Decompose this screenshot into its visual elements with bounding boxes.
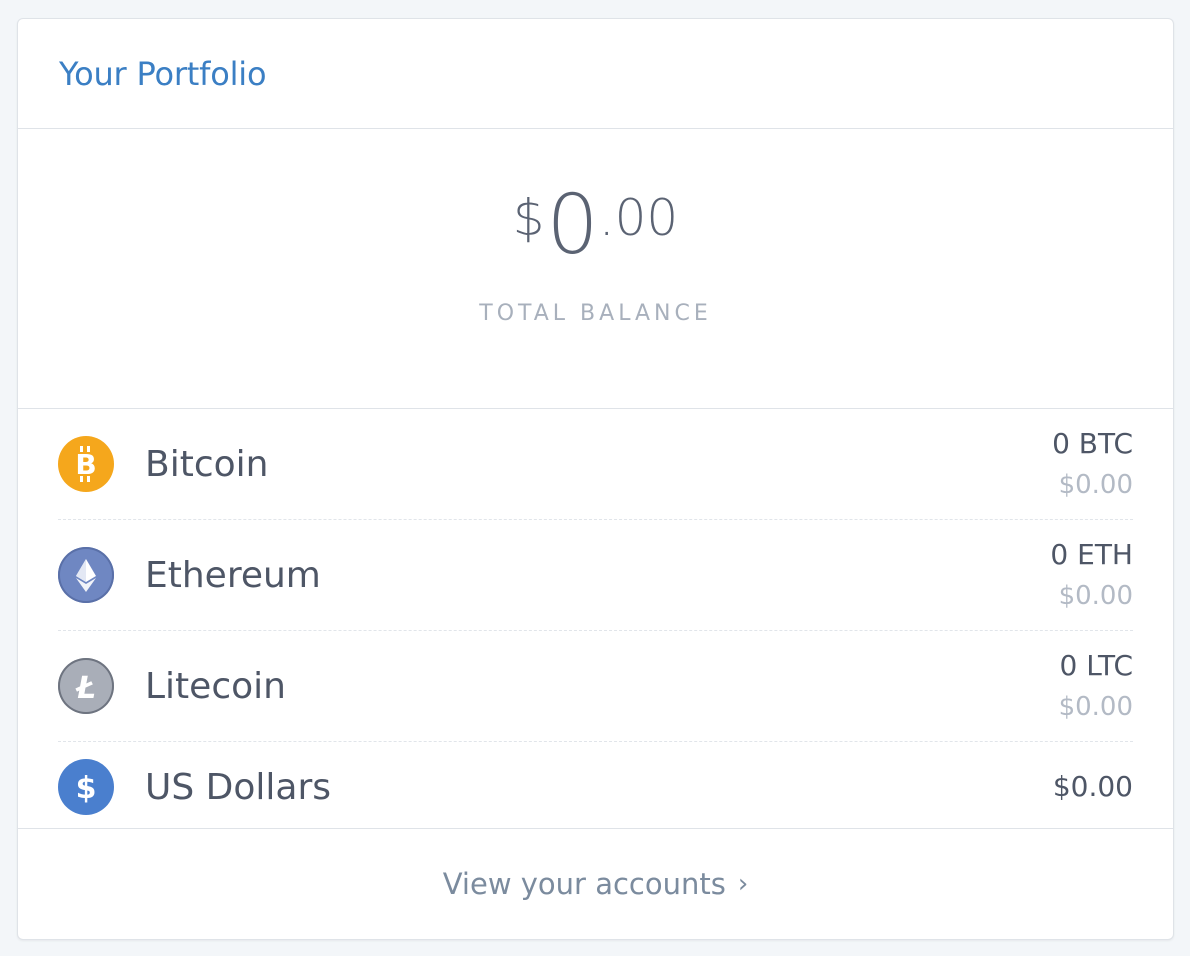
view-accounts-link[interactable]: View your accounts › <box>443 867 749 901</box>
account-row-litecoin[interactable]: Ł Litecoin 0 LTC $0.00 <box>58 631 1133 742</box>
account-fiat-amount: $0.00 <box>1052 770 1133 803</box>
account-fiat-amount: $0.00 <box>1058 470 1133 500</box>
svg-text:B: B <box>75 448 96 481</box>
account-values: $0.00 <box>1053 769 1133 805</box>
account-fiat-amount: $0.00 <box>1058 581 1133 611</box>
card-title: Your Portfolio <box>59 54 267 93</box>
account-name: US Dollars <box>145 766 332 808</box>
dollar-icon: $ <box>58 759 114 815</box>
balance-cents-value: .00 <box>598 189 679 247</box>
account-row-bitcoin[interactable]: B Bitcoin 0 BTC $0.00 <box>58 409 1133 520</box>
bitcoin-icon: B <box>58 436 114 492</box>
balance-currency-symbol: $ <box>512 189 545 247</box>
account-crypto-amount: 0 ETH <box>1050 538 1133 571</box>
ethereum-icon <box>58 547 114 603</box>
total-balance-section: $ 0 .00 TOTAL BALANCE <box>18 129 1173 409</box>
account-row-us-dollars[interactable]: $ US Dollars $0.00 <box>58 742 1133 832</box>
portfolio-card: Your Portfolio $ 0 .00 TOTAL BALANCE B B… <box>17 18 1174 940</box>
total-balance-amount: $ 0 .00 <box>18 181 1173 271</box>
account-values: 0 BTC $0.00 <box>1052 426 1133 502</box>
chevron-right-icon: › <box>737 869 749 899</box>
account-crypto-amount: 0 BTC <box>1052 427 1133 460</box>
svg-text:$: $ <box>76 771 97 806</box>
card-header: Your Portfolio <box>18 19 1173 129</box>
view-accounts-label: View your accounts <box>442 867 726 901</box>
balance-whole-value: 0 <box>546 178 599 273</box>
accounts-list: B Bitcoin 0 BTC $0.00 Ethereum 0 ETH $0.… <box>18 409 1173 832</box>
card-footer: View your accounts › <box>18 828 1173 939</box>
account-name: Ethereum <box>145 554 321 596</box>
account-name: Bitcoin <box>145 443 269 485</box>
account-fiat-amount: $0.00 <box>1058 692 1133 722</box>
account-values: 0 LTC $0.00 <box>1059 648 1133 724</box>
litecoin-icon: Ł <box>58 658 114 714</box>
account-name: Litecoin <box>145 665 286 707</box>
account-crypto-amount: 0 LTC <box>1059 649 1133 682</box>
account-values: 0 ETH $0.00 <box>1050 537 1133 613</box>
total-balance-label: TOTAL BALANCE <box>479 301 712 326</box>
account-row-ethereum[interactable]: Ethereum 0 ETH $0.00 <box>58 520 1133 631</box>
svg-text:Ł: Ł <box>75 671 96 706</box>
